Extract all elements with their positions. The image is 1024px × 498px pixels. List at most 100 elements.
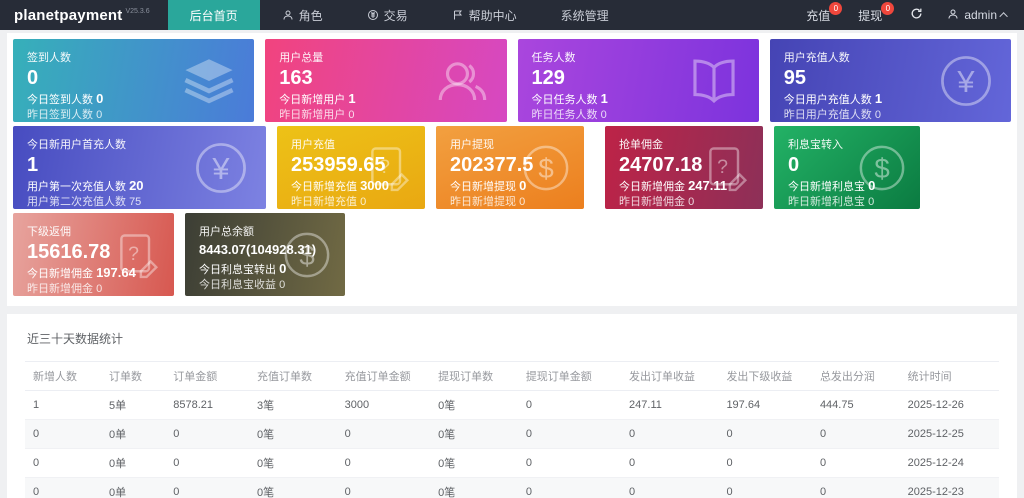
card-line-value: 1	[874, 91, 883, 106]
cell-order-count: 0单	[100, 477, 166, 498]
recharge-nav-button[interactable]: 充值 0	[792, 0, 844, 30]
card-line-label: 今日新增提现	[450, 181, 516, 193]
user-icon	[947, 8, 959, 23]
cell-recharge-amount: 0	[336, 448, 431, 478]
admin-dropdown[interactable]: admin	[937, 0, 1024, 30]
card-line-value: 0	[874, 109, 881, 121]
menu-item-label: 交易	[383, 8, 408, 23]
cell-withdraw-count: 0笔	[430, 477, 518, 498]
thirty-day-stats-table: 新增人数 订单数 订单金额 充值订单数 充值订单金额 提现订单数 提现订单金额 发出订单收益发…	[25, 361, 999, 498]
cell-total-profit: 444.75	[811, 390, 900, 420]
cell-recharge-amount: 0	[336, 477, 431, 498]
card-line-label: 今日任务人数	[531, 94, 598, 106]
card-line-label: 昨日新增佣金	[619, 196, 685, 208]
table-row: 0 0单 0 0笔 0 0笔 0 0 0 0 2025-12-23	[25, 477, 999, 498]
stat-card-interest-in: 利息宝转入 0 今日新增利息宝 0 昨日新增利息宝 0 $	[774, 126, 920, 209]
column-header: 提现订单金额	[517, 361, 622, 391]
column-header: 新增人数	[25, 361, 101, 391]
cell-new-users: 0	[25, 477, 101, 498]
cell-total-profit: 0	[811, 477, 900, 498]
cell-withdraw-count: 0笔	[430, 448, 518, 478]
cell-withdraw-count: 0笔	[430, 390, 518, 420]
cell-withdraw-amount: 0	[517, 448, 622, 478]
withdraw-nav-button[interactable]: 提现 0	[844, 0, 896, 30]
card-line-label: 今日签到人数	[27, 94, 93, 106]
cell-order-profit: 0	[621, 419, 719, 449]
yen-circle-icon: ¥	[192, 139, 250, 197]
table-row: 0 0单 0 0笔 0 0笔 0 0 0 0 2025-12-25	[25, 419, 999, 449]
menu-item-label: 后台首页	[189, 8, 238, 23]
menu-item-help-center[interactable]: 帮助中心	[430, 0, 539, 30]
menu-item-system[interactable]: 系统管理	[539, 0, 631, 30]
svg-text:$: $	[299, 239, 314, 270]
card-line-value: 0	[96, 109, 103, 121]
refresh-icon	[910, 7, 923, 23]
person-icon	[282, 9, 294, 21]
card-line-label: 今日新增充值	[291, 181, 357, 193]
card-line-value: 0	[519, 196, 526, 208]
column-header: 发出下级收益	[718, 361, 812, 391]
cell-withdraw-count: 0笔	[430, 419, 518, 449]
menu-item-dashboard[interactable]: 后台首页	[167, 0, 260, 30]
cell-new-users: 1	[25, 390, 101, 420]
cell-withdraw-amount: 0	[517, 390, 622, 420]
menu-item-label: 角色	[298, 8, 323, 23]
stat-card-user-recharge: 用户充值 253959.65 今日新增充值 3000 昨日新增充值 0 ?	[277, 126, 425, 209]
card-line-label: 用户第二次充值人数	[27, 196, 126, 208]
brand-version: V25.3.6	[125, 7, 150, 15]
cell-sub-profit: 0	[718, 419, 812, 449]
cell-total-profit: 0	[811, 448, 900, 478]
users-icon	[433, 52, 491, 110]
column-header: 订单数	[100, 361, 166, 391]
cell-total-profit: 0	[811, 419, 900, 449]
brand-logo[interactable]: planetpayment V25.3.6	[0, 0, 168, 30]
menu-item-roles[interactable]: 角色	[260, 0, 345, 30]
card-line-value: 1	[348, 91, 356, 106]
cell-recharge-count: 0笔	[249, 477, 337, 498]
table-body: 1 5单 8578.21 3笔 3000 0笔 0 247.11 197.64 …	[25, 390, 999, 498]
column-header: 总发出分润	[811, 361, 900, 391]
card-line-value: 0	[96, 91, 104, 106]
column-header: 订单金额	[165, 361, 249, 391]
dollar-circle-icon: $	[520, 142, 572, 194]
card-line-label: 今日新增用户	[279, 94, 346, 106]
recharge-label: 充值	[806, 8, 831, 23]
layers-icon	[180, 52, 238, 110]
doc-question-icon: ?	[361, 142, 413, 194]
card-line-label: 今日新增佣金	[27, 268, 93, 280]
svg-text:?: ?	[128, 242, 139, 264]
menu-item-transactions[interactable]: 交易	[345, 0, 430, 30]
doc-question-icon: ?	[699, 142, 751, 194]
svg-text:$: $	[874, 152, 889, 183]
cell-sub-profit: 0	[718, 448, 812, 478]
cell-order-count: 0单	[100, 448, 166, 478]
card-line-label: 用户第一次充值人数	[27, 181, 126, 193]
svg-text:?: ?	[379, 155, 390, 177]
stat-card-recharge-users: 用户充值人数 95 今日用户充值人数 1 昨日用户充值人数 0 ¥	[769, 39, 1011, 122]
card-line-label: 昨日新增用户	[279, 109, 346, 121]
cell-recharge-count: 0笔	[249, 419, 337, 449]
brand-name: planetpayment	[14, 6, 123, 24]
card-line-label: 昨日任务人数	[531, 109, 598, 121]
cell-date: 2025-12-26	[899, 390, 999, 420]
stat-card-task-users: 任务人数 129 今日任务人数 1 昨日任务人数 0	[517, 39, 759, 122]
refresh-button[interactable]	[896, 0, 937, 30]
yen-circle-icon: ¥	[937, 52, 995, 110]
cell-order-amount: 8578.21	[165, 390, 249, 420]
top-navbar: planetpayment V25.3.6 后台首页 角色 交易 帮助中心 系统…	[0, 0, 1024, 30]
cell-date: 2025-12-25	[899, 419, 999, 449]
cell-date: 2025-12-23	[899, 477, 999, 498]
cell-order-amount: 0	[165, 448, 249, 478]
cell-order-amount: 0	[165, 419, 249, 449]
stats-table-panel: 近三十天数据统计 新增人数 订单数 订单金额 充值订单数 充值订单金额 提现订单数 提现订单…	[7, 314, 1017, 498]
cell-order-count: 0单	[100, 419, 166, 449]
table-title: 近三十天数据统计	[27, 332, 124, 346]
cell-order-amount: 0	[165, 477, 249, 498]
stat-card-signin: 签到人数 0 今日签到人数 0 昨日签到人数 0	[13, 39, 255, 122]
doc-question-icon: ?	[110, 229, 162, 281]
card-line-value: 0	[600, 109, 607, 121]
svg-text:$: $	[538, 152, 553, 183]
chevron-up-icon	[999, 12, 1008, 21]
dollar-circle-icon: $	[856, 142, 908, 194]
withdraw-badge: 0	[881, 2, 895, 15]
